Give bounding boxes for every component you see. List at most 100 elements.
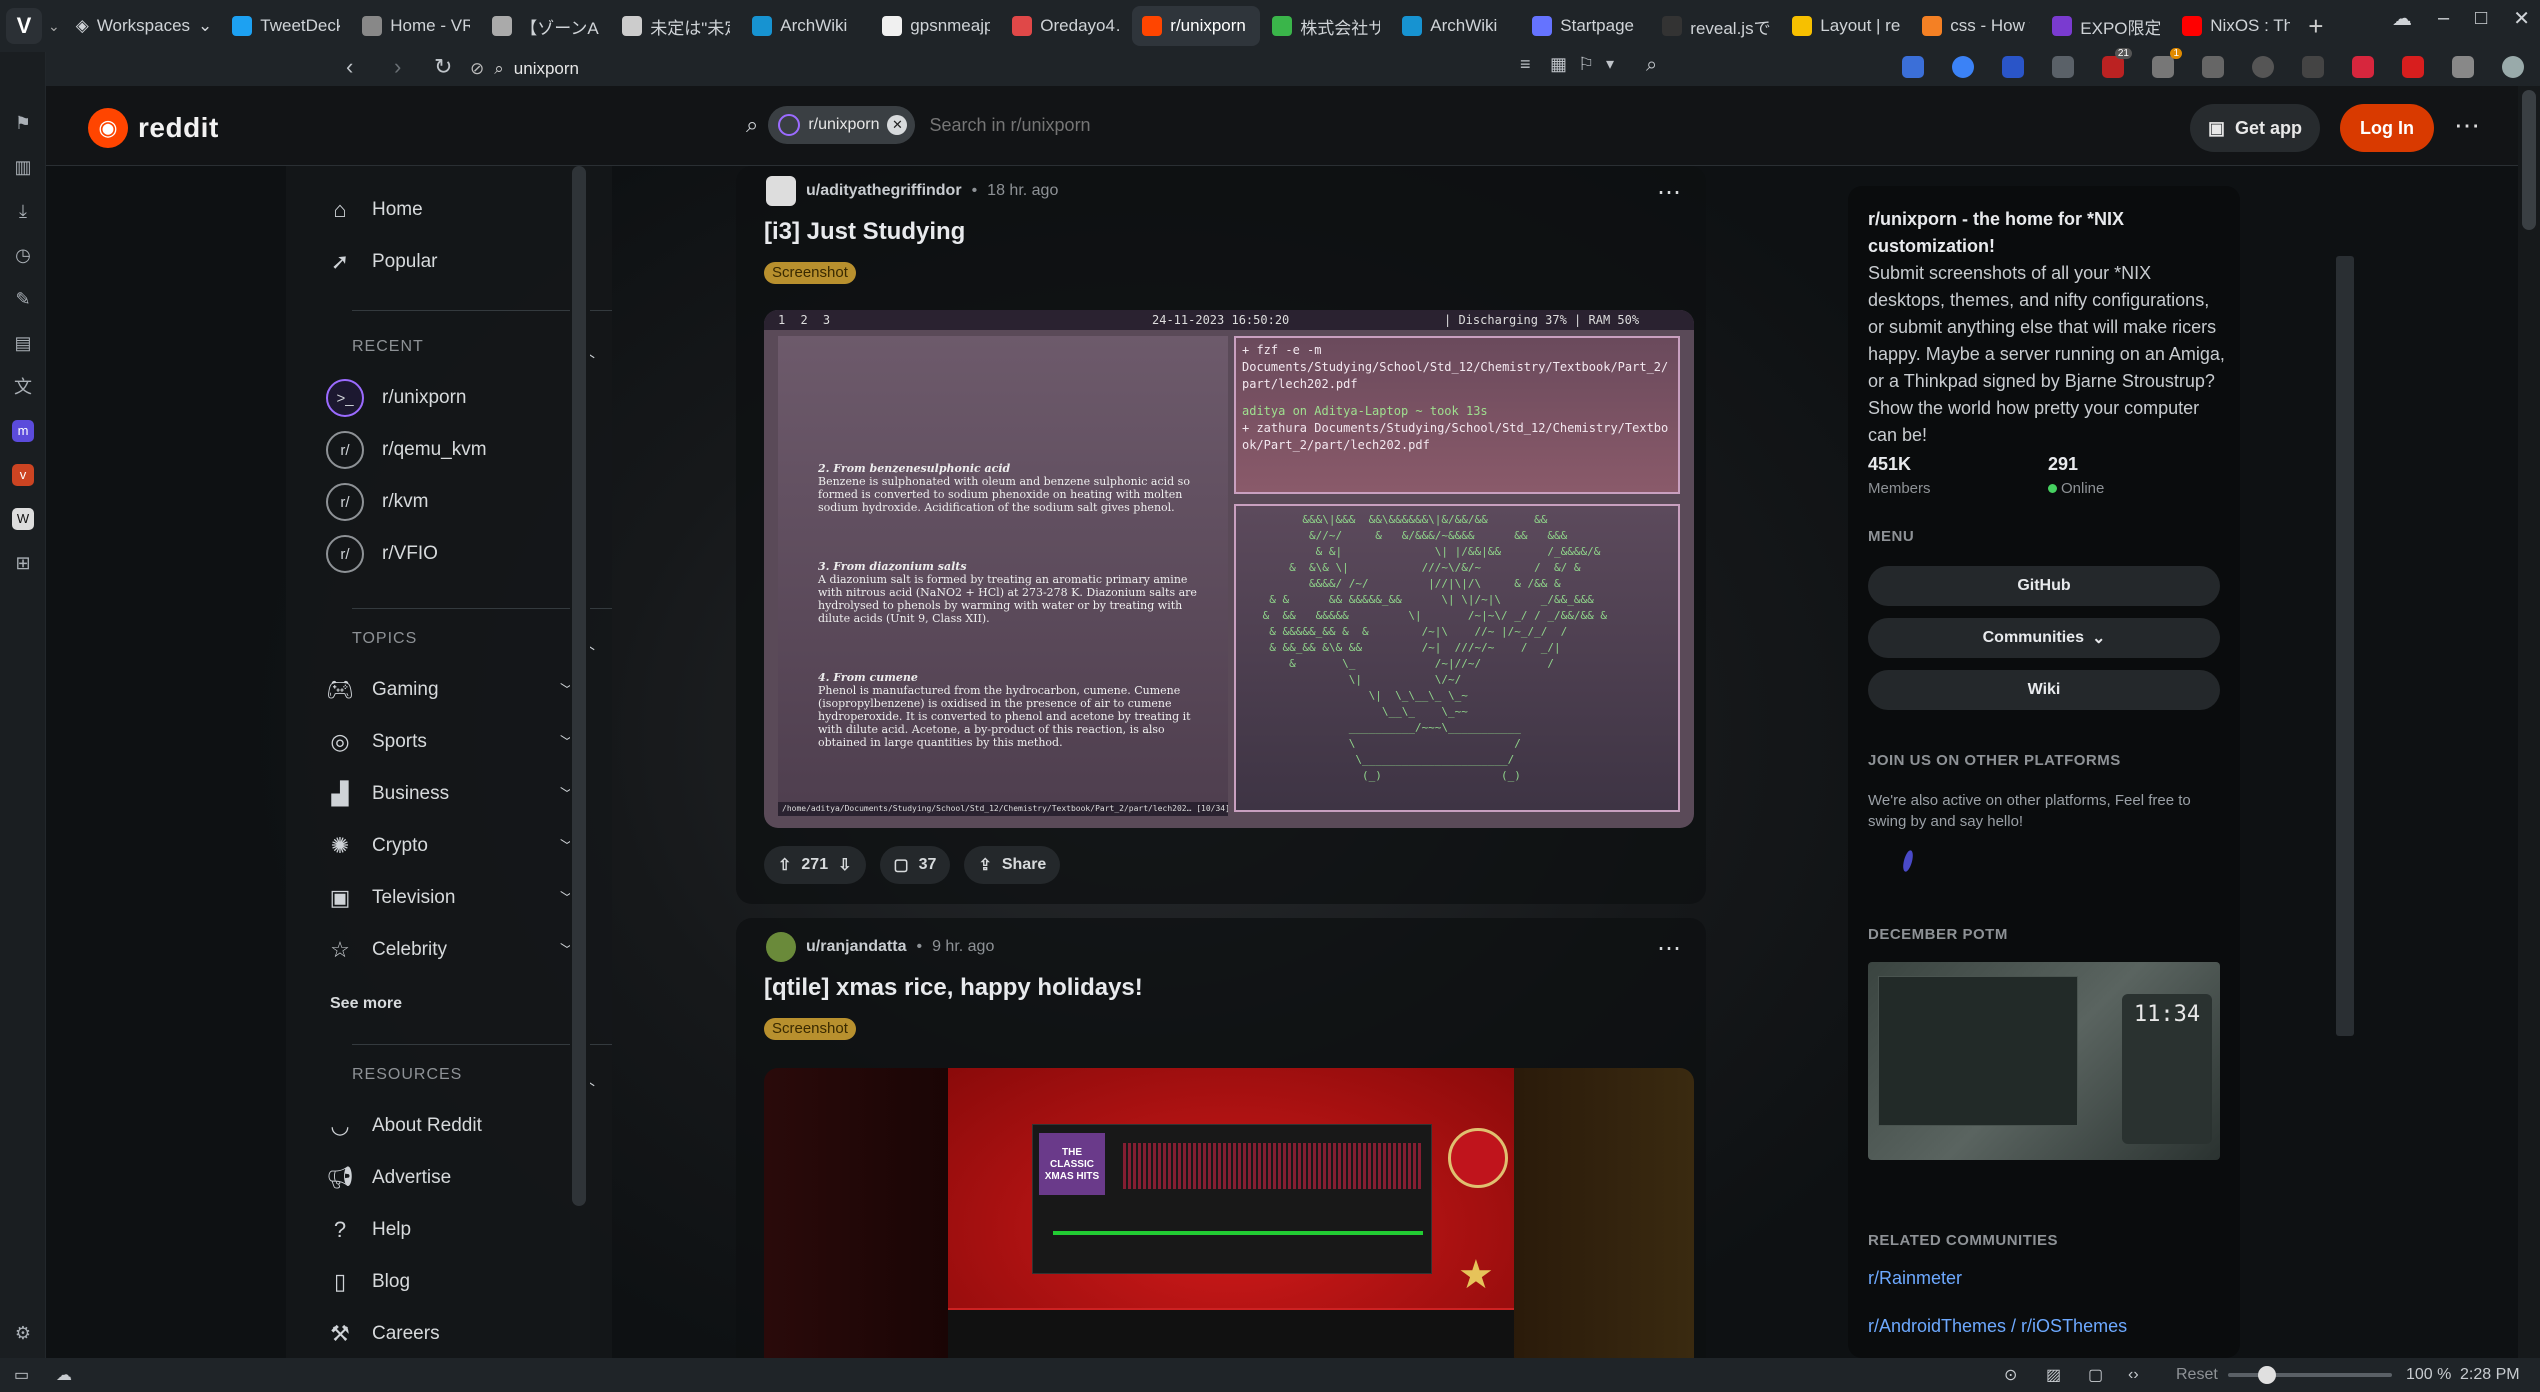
browser-tab[interactable]: ArchWiki (742, 6, 870, 46)
log-in-button[interactable]: Log In (2340, 104, 2434, 152)
minimize-button[interactable]: – (2438, 7, 2449, 30)
browser-tab[interactable]: r/unixporn - th (1132, 6, 1261, 46)
chevron-down-icon[interactable]: ▾ (1606, 54, 1614, 74)
browser-tab[interactable]: Home - VR… (352, 6, 480, 46)
pin-extension-icon[interactable] (1952, 56, 1974, 78)
menu-github-button[interactable]: GitHub (1868, 566, 2220, 606)
browser-tab[interactable]: TweetDeck (222, 6, 350, 46)
nav-popular[interactable]: ➚ Popular (326, 242, 586, 282)
maximize-button[interactable]: □ (2475, 7, 2487, 30)
search-input[interactable] (929, 114, 1230, 136)
glasses-extension-icon[interactable] (2052, 56, 2074, 78)
upvote-icon[interactable]: ⇧ (778, 855, 791, 875)
tiling-icon[interactable]: ▢ (2088, 1365, 2103, 1385)
back-button[interactable]: ‹ (346, 54, 353, 80)
browser-tab[interactable]: 未定は"未定" (612, 6, 740, 46)
page-scrollbar-thumb[interactable] (2522, 90, 2536, 230)
recent-item-kvm[interactable]: r/ r/kvm (326, 482, 586, 522)
share-button[interactable]: ⇪ Share (964, 846, 1061, 884)
browser-tab[interactable]: Startpage … (1522, 6, 1650, 46)
reader-view-icon[interactable]: ≡ (1520, 54, 1531, 75)
sidebar-scrollbar[interactable] (2336, 256, 2354, 1036)
image-toggle-icon[interactable]: ▨ (2046, 1365, 2061, 1385)
user-avatar[interactable] (766, 932, 796, 962)
browser-tab[interactable]: ArchWiki (1392, 6, 1520, 46)
chevron-down-icon[interactable]: ⌄ (48, 18, 60, 35)
downvote-icon[interactable]: ⇩ (838, 855, 851, 875)
clear-chip-icon[interactable]: ✕ (887, 115, 908, 135)
wikipedia-icon[interactable]: W (12, 508, 34, 530)
topic-celebrity[interactable]: ☆ Celebrity ﹀ (326, 930, 586, 970)
chat-extension-icon[interactable] (2302, 56, 2324, 78)
related-link-rainmeter[interactable]: r/Rainmeter (1868, 1268, 1962, 1289)
youtube-extension-icon[interactable] (2402, 56, 2424, 78)
site-info-icon[interactable]: ⊘ (470, 59, 484, 79)
new-tab-button[interactable]: + (2308, 11, 2323, 42)
zoom-reset-button[interactable]: Reset (2176, 1366, 2218, 1384)
post-author[interactable]: u/ranjandatta (806, 938, 906, 956)
reading-list-icon[interactable]: ▥ (12, 156, 34, 178)
resource-help[interactable]: ? Help (326, 1210, 586, 1250)
resource-advertise[interactable]: 📢︎ Advertise (326, 1158, 586, 1198)
resource-about-reddit[interactable]: ◡ About Reddit (326, 1106, 586, 1146)
left-nav-scrollbar-thumb[interactable] (572, 166, 586, 1206)
capture-icon[interactable]: ⊙ (2004, 1365, 2017, 1385)
panel-toggle-icon[interactable]: ▭ (14, 1365, 29, 1385)
zoom-slider[interactable] (2228, 1366, 2392, 1384)
close-window-button[interactable]: ✕ (2513, 6, 2530, 31)
see-more-button[interactable]: See more (330, 984, 590, 1024)
post-title[interactable]: [qtile] xmas rice, happy holidays! (764, 974, 1143, 1002)
resource-blog[interactable]: ▯ Blog (326, 1262, 586, 1302)
search-bar[interactable]: ⌕ r/unixporn ✕ (746, 101, 1346, 149)
vivaldi-menu-button[interactable]: V (6, 8, 42, 44)
browser-tab[interactable]: reveal.jsで… (1652, 6, 1780, 46)
bitwarden-extension-icon[interactable] (2002, 56, 2024, 78)
potm-image[interactable]: 11:34 (1868, 962, 2220, 1160)
related-link-android-ios-themes[interactable]: r/AndroidThemes / r/iOSThemes (1868, 1316, 2127, 1337)
post-card[interactable]: u/ranjandatta • 9 hr. ago ⋯ [qtile] xmas… (736, 918, 1706, 1358)
more-options-icon[interactable]: ⋯ (2454, 110, 2482, 141)
qr-code-icon[interactable]: ▦ (1550, 54, 1567, 75)
page-scrollbar-track[interactable] (2518, 86, 2540, 1358)
add-panel-icon[interactable]: ⊞ (12, 552, 34, 574)
code-icon[interactable]: ‹› (2128, 1366, 2139, 1384)
nav-home[interactable]: ⌂ Home (326, 190, 586, 230)
forward-button[interactable]: › (394, 54, 401, 80)
reddit-logo[interactable]: ◉ reddit (88, 108, 219, 148)
discord-extension-icon[interactable] (2252, 56, 2274, 78)
feed-extension-icon[interactable]: 1 (2152, 48, 2182, 78)
post-image[interactable]: THE CLASSIC XMAS HITS ★ (764, 1068, 1694, 1358)
mastodon-icon[interactable]: m (12, 420, 34, 442)
browser-tab[interactable]: NixOS : Th… (2172, 6, 2300, 46)
file-extension-icon[interactable] (2202, 56, 2224, 78)
recent-item-qemu-kvm[interactable]: r/ r/qemu_kvm (326, 430, 586, 470)
translate-panel-icon[interactable]: 文 (12, 376, 34, 398)
browser-tab[interactable]: EXPO限定… (2042, 6, 2170, 46)
user-avatar[interactable] (766, 176, 796, 206)
ublock-extension-icon[interactable]: 21 (2102, 48, 2132, 78)
vivaldi-social-icon[interactable]: v (12, 464, 34, 486)
post-flair[interactable]: Screenshot (764, 262, 856, 284)
subreddit-search-chip[interactable]: r/unixporn ✕ (768, 106, 916, 144)
browser-tab[interactable]: Layout | re… (1782, 6, 1910, 46)
get-app-button[interactable]: ▣ Get app (2190, 104, 2321, 152)
post-options-icon[interactable]: ⋯ (1657, 934, 1682, 963)
browser-tab[interactable]: 【ゾーンA… (482, 6, 610, 46)
recent-item-vfio[interactable]: r/ r/VFIO (326, 534, 586, 574)
downloads-icon[interactable]: ⤓ (12, 200, 34, 222)
topic-crypto[interactable]: ✺ Crypto ﹀ (326, 826, 586, 866)
history-icon[interactable]: ◷ (12, 244, 34, 266)
zoom-slider-thumb[interactable] (2258, 1366, 2276, 1384)
bookmark-icon[interactable]: ⚐ (1578, 54, 1594, 75)
puzzle-extensions-icon[interactable] (2452, 56, 2474, 78)
pocket-extension-icon[interactable] (2352, 56, 2374, 78)
bookmarks-icon[interactable]: ⚑ (12, 112, 34, 134)
post-card[interactable]: u/adityathegriffindor • 18 hr. ago ⋯ [i3… (736, 166, 1706, 904)
cloud-sync-icon[interactable]: ☁ (2392, 6, 2412, 31)
menu-communities-button[interactable]: Communities ⌄ (1868, 618, 2220, 658)
cloud-icon[interactable]: ☁ (56, 1365, 72, 1385)
comments-button[interactable]: ▢ 37 (879, 846, 951, 884)
platform-link-icon[interactable] (1901, 849, 1915, 873)
profile-avatar[interactable] (2502, 56, 2524, 78)
post-author[interactable]: u/adityathegriffindor (806, 182, 962, 200)
